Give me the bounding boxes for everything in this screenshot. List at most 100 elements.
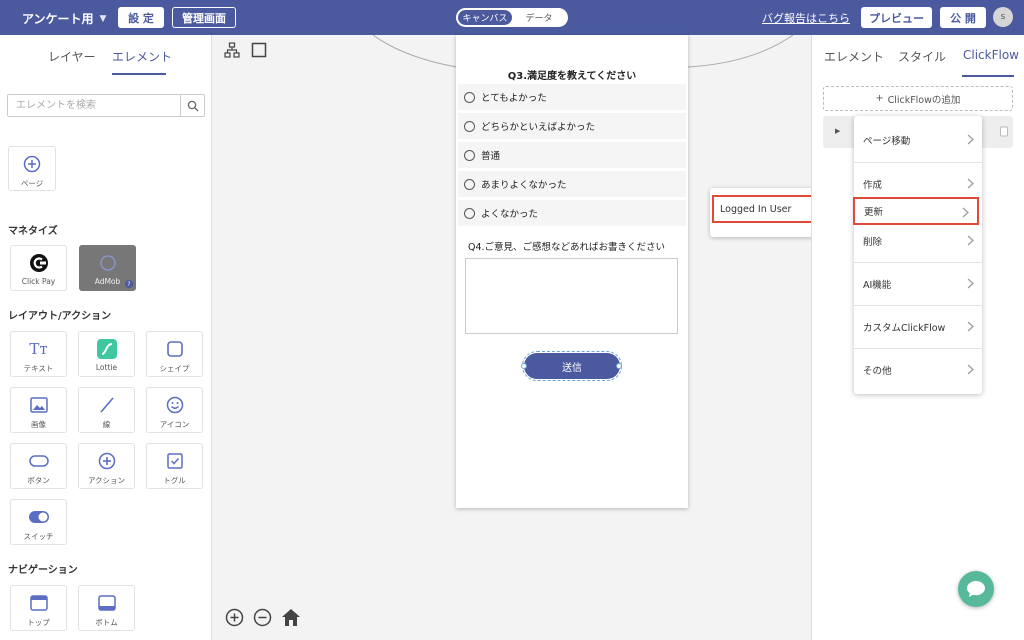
element-button[interactable]: ボタン <box>10 443 67 489</box>
menu-divider <box>854 348 982 349</box>
zoom-in-icon[interactable] <box>225 608 244 627</box>
top-bar: アンケート用 ▼ 設 定 管理画面 キャンバス データ バグ報告はこちら プレビ… <box>0 0 1024 35</box>
mode-canvas[interactable]: キャンバス <box>458 10 512 25</box>
radio-option[interactable]: よくなかった <box>458 200 686 226</box>
switch-icon <box>11 508 66 526</box>
settings-button[interactable]: 設 定 <box>118 7 164 28</box>
radio-option[interactable]: 普通 <box>458 142 686 168</box>
element-label: トグル <box>163 476 186 485</box>
zoom-out-icon[interactable] <box>253 608 272 627</box>
element-label: アイコン <box>159 420 190 429</box>
element-image[interactable]: 画像 <box>10 387 67 433</box>
element-page[interactable]: ページ <box>8 146 56 191</box>
radio-option[interactable]: どちらかといえばよかった <box>458 113 686 139</box>
element-shape[interactable]: シェイプ <box>146 331 203 377</box>
menu-item-label: 削除 <box>863 237 883 248</box>
element-label: ボトム <box>95 618 118 627</box>
top-bar-icon <box>11 594 66 612</box>
element-top-nav[interactable]: トップ <box>10 585 67 631</box>
button-icon <box>11 452 66 470</box>
mode-toggle[interactable]: キャンバス データ <box>456 8 568 27</box>
frame-icon[interactable] <box>251 42 267 58</box>
caret-right-icon[interactable]: ▶ <box>835 127 840 135</box>
radio-icon <box>464 91 475 103</box>
menu-item-label: その他 <box>863 366 892 377</box>
comment-textarea[interactable] <box>465 258 678 334</box>
trash-icon[interactable] <box>999 125 1009 137</box>
element-bottom-nav[interactable]: ボトム <box>78 585 135 631</box>
chevron-right-icon <box>967 134 974 145</box>
resize-handle-right[interactable] <box>616 363 622 369</box>
menu-divider <box>854 305 982 306</box>
element-line[interactable]: 線 <box>78 387 135 433</box>
element-label: スイッチ <box>23 532 54 541</box>
option-label: 普通 <box>481 151 501 162</box>
element-label: トップ <box>27 618 50 627</box>
element-action[interactable]: アクション <box>78 443 135 489</box>
line-icon <box>79 396 134 414</box>
avatar[interactable]: s <box>993 7 1013 27</box>
element-icon[interactable]: アイコン <box>146 387 203 433</box>
tab-layers[interactable]: レイヤー <box>48 48 96 65</box>
menu-item-custom-clickflow[interactable]: カスタムClickFlow <box>854 313 982 341</box>
chevron-down-icon: ▼ <box>99 13 107 24</box>
tab-elements[interactable]: エレメント <box>112 48 172 65</box>
option-label: あまりよくなかった <box>481 180 567 191</box>
help-icon[interactable]: ? <box>125 280 133 288</box>
radio-option[interactable]: とてもよかった <box>458 84 686 110</box>
chevron-right-icon <box>967 178 974 189</box>
radio-icon <box>464 120 475 132</box>
lottie-icon <box>79 339 134 359</box>
element-switch[interactable]: スイッチ <box>10 499 67 545</box>
element-lottie[interactable]: Lottie <box>78 331 135 377</box>
submit-button[interactable]: 送信 <box>522 351 622 381</box>
chat-button[interactable] <box>958 571 994 607</box>
element-search <box>7 94 205 117</box>
mode-data[interactable]: データ <box>512 10 566 25</box>
element-label: テキスト <box>23 364 54 373</box>
search-button[interactable] <box>180 95 204 116</box>
plus-circle-icon <box>9 155 55 173</box>
canvas-area[interactable]: Q3.満足度を教えてください とてもよかった どちらかといえばよかった 普通 あ… <box>213 35 853 640</box>
menu-item-other[interactable]: その他 <box>854 356 982 384</box>
home-icon[interactable] <box>281 608 301 627</box>
search-input[interactable] <box>8 95 180 116</box>
image-icon <box>11 396 66 414</box>
element-toggle[interactable]: トグル <box>146 443 203 489</box>
canvas-tools <box>224 42 267 58</box>
phone-preview[interactable]: Q3.満足度を教えてください とてもよかった どちらかといえばよかった 普通 あ… <box>456 35 688 508</box>
clickflow-dropdown-menu: ページ移動 作成 更新 削除 AI機能 カスタムClickFlow その他 <box>853 116 982 394</box>
menu-item-delete[interactable]: 削除 <box>854 227 982 255</box>
publish-button[interactable]: 公 開 <box>940 7 986 28</box>
option-label: とてもよかった <box>481 93 547 104</box>
add-clickflow-label: ClickFlowの追加 <box>887 94 961 106</box>
question-3-title: Q3.満足度を教えてください <box>507 71 637 82</box>
menu-item-ai[interactable]: AI機能 <box>854 270 982 298</box>
radio-icon <box>464 178 475 190</box>
bug-report-link[interactable]: バグ報告はこちら <box>762 10 850 26</box>
radio-option[interactable]: あまりよくなかった <box>458 171 686 197</box>
section-monetize: マネタイズ <box>8 226 58 237</box>
resize-handle-left[interactable] <box>521 363 527 369</box>
app-selector[interactable]: アンケート用 ▼ <box>22 10 106 27</box>
element-admob[interactable]: AdMob ? <box>79 245 136 291</box>
chevron-right-icon <box>967 364 974 375</box>
hierarchy-icon[interactable] <box>224 42 240 58</box>
preview-button[interactable]: プレビュー <box>861 7 932 28</box>
tab-element[interactable]: エレメント <box>824 48 884 65</box>
element-label: Click Pay <box>21 277 56 286</box>
menu-item-label: 作成 <box>863 180 883 191</box>
element-text[interactable]: Tт テキスト <box>10 331 67 377</box>
tab-clickflow[interactable]: ClickFlow <box>963 48 1019 62</box>
admin-button[interactable]: 管理画面 <box>172 7 236 28</box>
menu-item-page-move[interactable]: ページ移動 <box>854 126 982 154</box>
element-label: ページ <box>20 179 44 188</box>
add-clickflow-button[interactable]: + ClickFlowの追加 <box>823 86 1013 111</box>
element-label: シェイプ <box>159 364 190 373</box>
question-4-title: Q4.ご意見、ご感想などあればお書きください <box>468 242 666 253</box>
clickpay-logo-icon <box>11 254 66 272</box>
menu-item-update[interactable]: 更新 <box>853 197 979 225</box>
menu-item-create[interactable]: 作成 <box>854 170 982 198</box>
tab-style[interactable]: スタイル <box>898 48 946 65</box>
element-clickpay[interactable]: Click Pay <box>10 245 67 291</box>
